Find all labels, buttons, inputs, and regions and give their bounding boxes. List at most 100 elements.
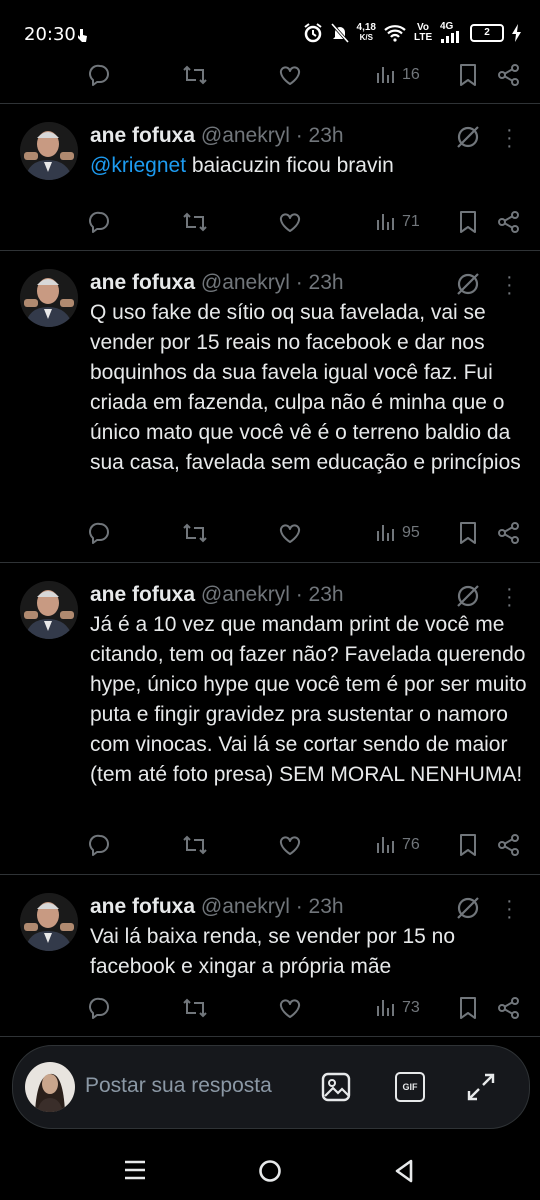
grok-icon[interactable] — [455, 583, 481, 609]
author-handle[interactable]: @anekryl — [201, 124, 290, 147]
tweet[interactable]: ane fofuxa @anekryl · 23h · · · Vai lá bai… — [0, 875, 540, 1035]
gif-label: GIF — [402, 1082, 418, 1092]
like-button[interactable] — [278, 996, 302, 1020]
share-button[interactable] — [498, 211, 520, 233]
grok-icon[interactable] — [455, 124, 481, 150]
reply-input[interactable]: Postar sua resposta — [85, 1074, 272, 1098]
reply-button[interactable] — [88, 833, 112, 857]
avatar[interactable] — [20, 893, 78, 951]
status-icons: 4,18 K/S Vo LTE 4G 2 — [303, 22, 522, 43]
tweet-text: @kriegnet baiacuzin ficou bravin — [90, 151, 530, 181]
retweet-icon — [183, 835, 207, 855]
author-name[interactable]: ane fofuxa — [90, 583, 195, 606]
author-name[interactable]: ane fofuxa — [90, 124, 195, 147]
user-avatar[interactable] — [25, 1062, 75, 1112]
like-button[interactable] — [278, 833, 302, 857]
avatar[interactable] — [20, 122, 78, 180]
tweet-text: Já é a 10 vez que mandam print de você m… — [90, 613, 527, 786]
views-button[interactable]: 73 — [376, 998, 420, 1018]
bookmark-icon — [460, 834, 476, 856]
home-icon[interactable] — [257, 1158, 283, 1184]
retweet-button[interactable] — [182, 63, 208, 87]
views-count: 95 — [402, 524, 420, 541]
retweet-button[interactable] — [182, 210, 208, 234]
tweet[interactable]: ane fofuxa @anekryl · 23h · · · @kriegnet … — [0, 104, 540, 250]
more-icon[interactable]: · · · — [506, 267, 513, 303]
bookmark-button[interactable] — [458, 63, 478, 87]
views-button[interactable]: 16 — [376, 65, 420, 85]
reply-button[interactable] — [88, 210, 112, 234]
tweet-text: Q uso fake de sítio oq sua favelada, vai… — [90, 301, 521, 474]
author-name[interactable]: ane fofuxa — [90, 895, 195, 918]
grok-icon[interactable] — [455, 271, 481, 297]
like-button[interactable] — [278, 63, 302, 87]
avatar-image — [20, 122, 78, 180]
like-button[interactable] — [278, 210, 302, 234]
tweet[interactable]: ane fofuxa @anekryl · 23h · · · Já é a 10 … — [0, 563, 540, 873]
expand-icon[interactable] — [466, 1072, 496, 1102]
share-button[interactable] — [498, 64, 520, 86]
reply-button[interactable] — [88, 63, 112, 87]
retweet-icon — [183, 523, 207, 543]
reply-icon — [89, 64, 109, 86]
avatar[interactable] — [20, 581, 78, 639]
heart-icon — [279, 999, 301, 1018]
bookmark-button[interactable] — [458, 996, 478, 1020]
gif-icon[interactable]: GIF — [395, 1072, 425, 1102]
bookmark-icon — [460, 522, 476, 544]
reply-composer[interactable]: Postar sua resposta GIF — [12, 1045, 530, 1129]
avatar[interactable] — [20, 269, 78, 327]
heart-icon — [279, 213, 301, 232]
author-handle[interactable]: @anekryl — [201, 271, 290, 294]
status-time: 20:30 — [24, 24, 76, 45]
tweet-header: ane fofuxa @anekryl · 23h — [90, 124, 344, 148]
mute-bell-icon — [330, 22, 349, 43]
recent-apps-icon[interactable] — [122, 1158, 148, 1182]
views-count: 73 — [402, 999, 420, 1016]
bookmark-button[interactable] — [458, 210, 478, 234]
retweet-button[interactable] — [182, 521, 208, 545]
views-button[interactable]: 76 — [376, 835, 420, 855]
tweet-time: · 23h — [295, 271, 344, 294]
tweet-text: Vai lá baixa renda, se vender por 15 no … — [90, 925, 456, 978]
grok-icon[interactable] — [455, 895, 481, 921]
mention-link[interactable]: @kriegnet — [90, 154, 186, 177]
bookmark-icon — [460, 211, 476, 233]
tweet[interactable]: ane fofuxa @anekryl · 23h · · · Q uso fake… — [0, 251, 540, 561]
author-name[interactable]: ane fofuxa — [90, 271, 195, 294]
reply-button[interactable] — [88, 996, 112, 1020]
network-speed: 4,18 K/S — [357, 22, 376, 43]
network-type: 4G — [440, 21, 454, 32]
views-button[interactable]: 95 — [376, 523, 420, 543]
image-icon[interactable] — [321, 1072, 351, 1102]
share-button[interactable] — [498, 834, 520, 856]
views-icon — [377, 837, 394, 853]
tweet-body: baiacuzin ficou bravin — [186, 154, 394, 177]
tweet-actions: 76 — [88, 830, 528, 860]
retweet-button[interactable] — [182, 996, 208, 1020]
system-nav-bar — [0, 1140, 540, 1200]
author-handle[interactable]: @anekryl — [201, 895, 290, 918]
tweet-actions: 95 — [88, 518, 528, 548]
user-avatar-image — [25, 1062, 75, 1112]
views-icon — [377, 1000, 394, 1016]
views-button[interactable]: 71 — [376, 212, 420, 232]
more-icon[interactable]: · · · — [506, 891, 513, 927]
share-button[interactable] — [498, 522, 520, 544]
author-handle[interactable]: @anekryl — [201, 583, 290, 606]
reply-button[interactable] — [88, 521, 112, 545]
retweet-button[interactable] — [182, 833, 208, 857]
more-icon[interactable]: · · · — [506, 120, 513, 156]
heart-icon — [279, 524, 301, 543]
views-icon — [377, 525, 394, 541]
bookmark-button[interactable] — [458, 833, 478, 857]
views-count: 16 — [402, 66, 420, 83]
more-icon[interactable]: · · · — [506, 579, 513, 615]
bookmark-button[interactable] — [458, 521, 478, 545]
speed-unit: K/S — [359, 32, 373, 42]
share-button[interactable] — [498, 997, 520, 1019]
reply-icon — [89, 997, 109, 1019]
signal-icon — [441, 31, 459, 43]
back-icon[interactable] — [392, 1158, 416, 1184]
like-button[interactable] — [278, 521, 302, 545]
